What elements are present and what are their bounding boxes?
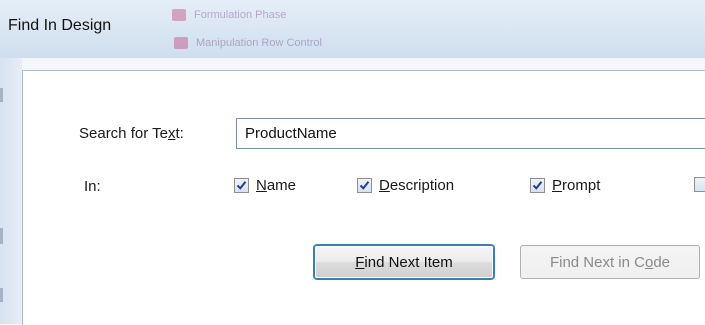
frame-mark xyxy=(0,228,3,244)
dialog-content-panel xyxy=(22,70,705,325)
search-label: Search for Text: xyxy=(79,125,184,142)
partial-checkbox[interactable] xyxy=(694,177,705,192)
find-in-design-dialog: Find In Design Formulation Phase Manipul… xyxy=(0,0,705,325)
background-item-icon xyxy=(174,37,188,49)
in-label: In: xyxy=(84,178,101,195)
description-checkbox[interactable]: Description xyxy=(357,177,454,194)
prompt-checkbox[interactable]: Prompt xyxy=(530,177,600,194)
checkbox-label: Name xyxy=(256,177,297,194)
background-item-1: Formulation Phase xyxy=(172,8,432,22)
background-item-label: Manipulation Row Control xyxy=(196,37,322,49)
find-next-in-code-button[interactable]: Find Next in Co de xyxy=(520,245,700,279)
checkbox-label: Description xyxy=(379,177,455,194)
name-checkbox[interactable]: Name xyxy=(234,177,296,194)
background-item-icon xyxy=(172,9,186,21)
search-text-input[interactable] xyxy=(236,118,705,149)
background-item-label: Formulation Phase xyxy=(194,9,287,21)
window-title: Find In Design xyxy=(8,17,112,34)
find-next-item-button[interactable]: Find Next Item xyxy=(314,245,494,279)
checkmark-icon xyxy=(236,181,247,190)
background-item-2: Manipulation Row Control xyxy=(174,36,434,50)
checkbox-label: Prompt xyxy=(552,177,601,194)
checkbox-box[interactable] xyxy=(694,177,705,192)
checkmark-icon xyxy=(359,181,370,190)
checkbox-box[interactable] xyxy=(530,178,545,193)
frame-mark xyxy=(0,288,3,302)
frame-mark xyxy=(0,88,3,102)
checkbox-box[interactable] xyxy=(234,178,249,193)
checkbox-box[interactable] xyxy=(357,178,372,193)
window-frame-left xyxy=(0,58,22,324)
checkmark-icon xyxy=(532,181,543,190)
title-bar[interactable]: Find In Design Formulation Phase Manipul… xyxy=(0,0,705,58)
